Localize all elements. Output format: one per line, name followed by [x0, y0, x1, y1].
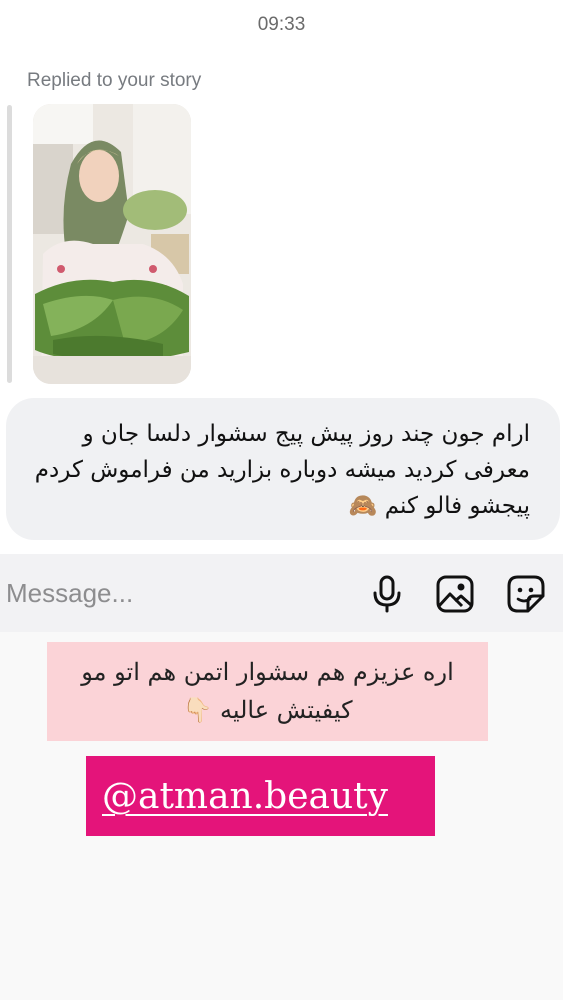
reply-overlay-text: اره عزیزم هم سشوار اتمن هم اتو مو کیفیتش… — [47, 642, 488, 741]
mention-tag[interactable]: @atman.beauty — [86, 756, 435, 836]
message-input[interactable] — [6, 576, 336, 610]
message-bubble: ارام جون چند روز پیش پیج سشوار دلسا جان … — [6, 398, 560, 540]
sticker-icon[interactable] — [504, 572, 548, 616]
microphone-icon[interactable] — [365, 572, 409, 616]
reply-indicator-bar — [7, 105, 12, 383]
story-image — [33, 104, 191, 384]
mention-tag-text[interactable]: @atman.beauty — [102, 776, 388, 817]
replied-to-story-label: Replied to your story — [27, 70, 202, 91]
story-thumbnail[interactable] — [33, 104, 191, 384]
status-time: 09:33 — [257, 14, 306, 35]
image-icon[interactable] — [433, 572, 477, 616]
message-composer — [0, 554, 563, 632]
